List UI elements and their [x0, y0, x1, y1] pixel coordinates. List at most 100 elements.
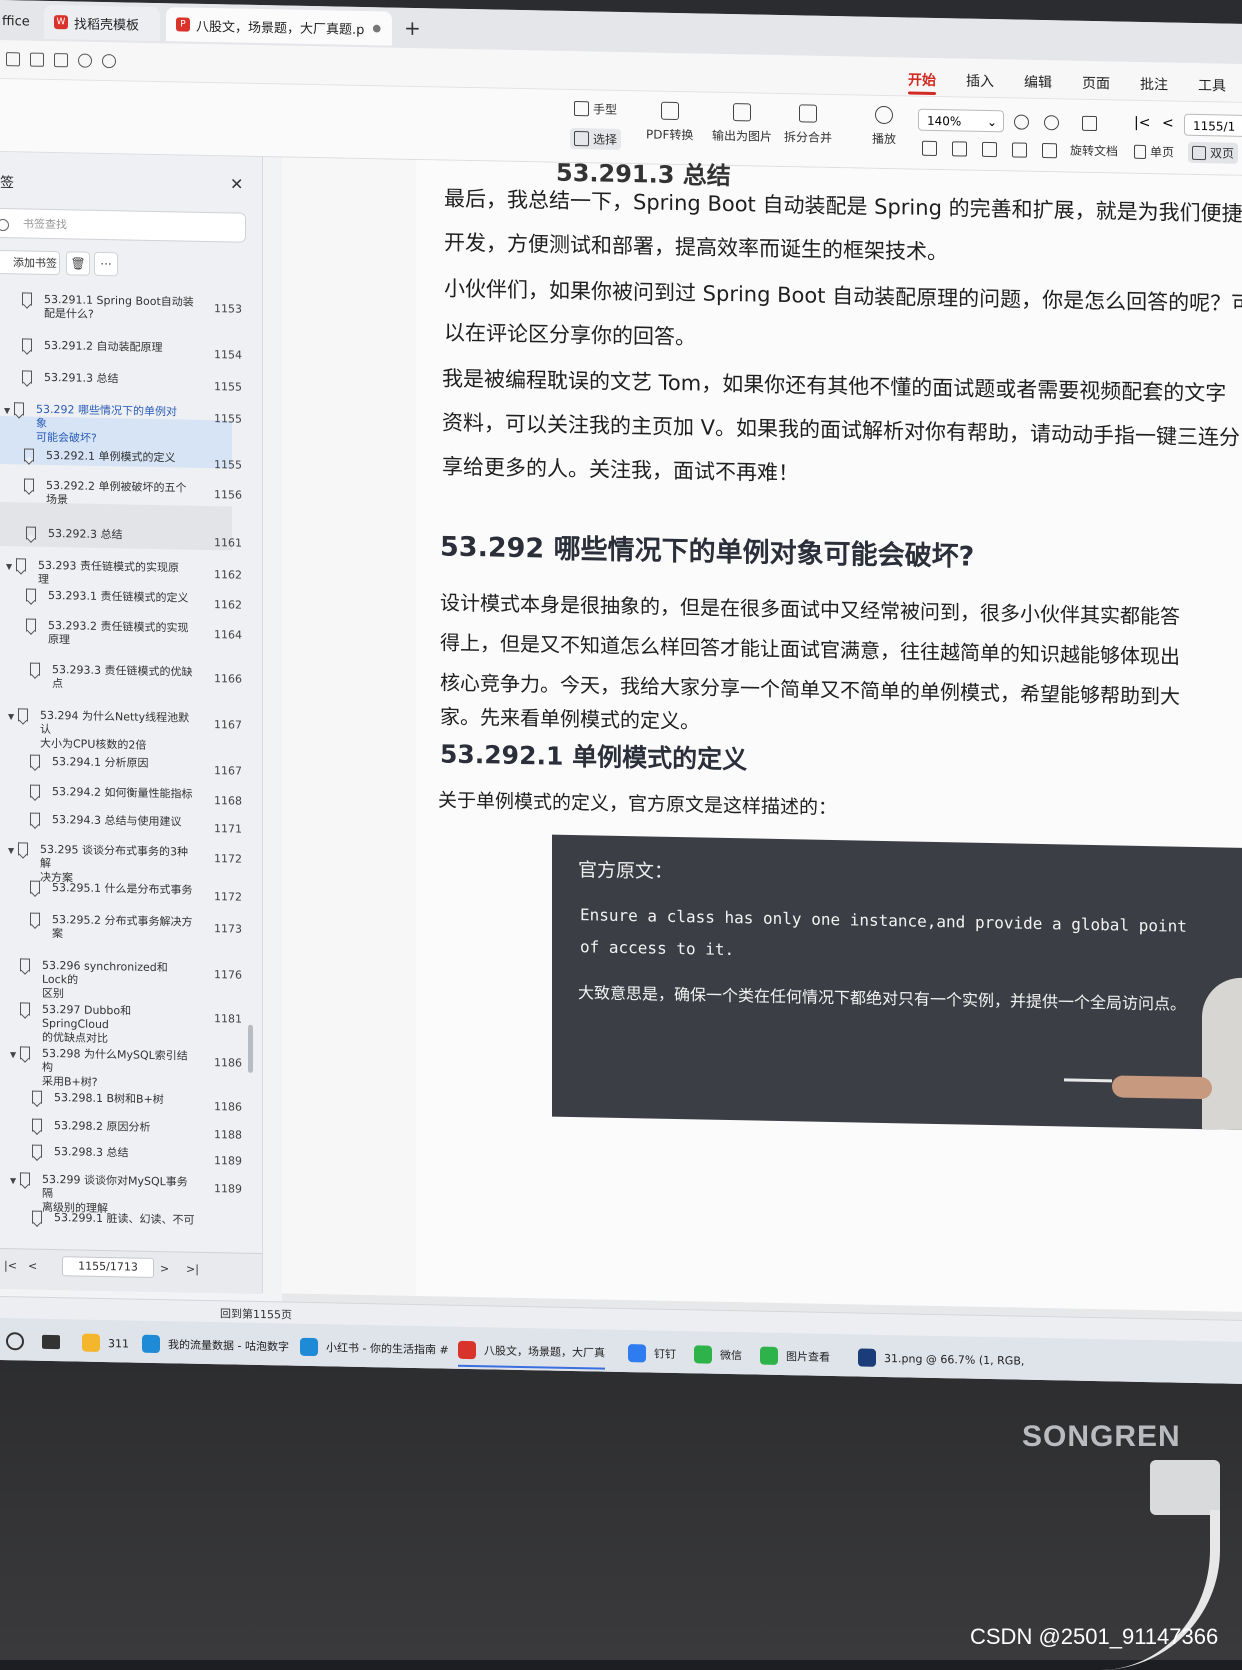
bookmark-item[interactable]: ▼ 53.298 为什么MySQL索引结构 采用B+树? 1186 — [10, 1046, 242, 1092]
bookmark-item[interactable]: ▼ 53.293 责任链模式的实现原理 1162 — [6, 558, 242, 590]
rotate-right-icon[interactable] — [1042, 143, 1057, 159]
bookmark-item[interactable]: 53.296 synchronized和Lock的 区别 1176 — [20, 958, 242, 1004]
hand-label: 手型 — [593, 102, 618, 117]
taskbar-app[interactable]: 311 — [82, 1333, 129, 1353]
bookmark-item[interactable]: 53.293.3 责任链模式的优缺 点 1166 — [30, 662, 242, 694]
tab-pdf-document[interactable]: P 八股文，场景题，大厂真题.p ● — [166, 7, 392, 46]
double-page-icon — [1192, 145, 1206, 160]
hand-tool-button[interactable]: 手型 — [574, 100, 617, 118]
save-icon[interactable] — [30, 52, 44, 67]
bookmark-item[interactable]: 53.295.1 什么是分布式事务 1172 — [30, 880, 242, 904]
expand-triangle-icon[interactable]: ▼ — [8, 710, 14, 724]
bookmark-item[interactable]: 53.292.2 单例被破坏的五个 场景 1156 — [24, 478, 242, 510]
prev-bookmark-page-icon[interactable]: < — [28, 1260, 37, 1273]
menu-annotate[interactable]: 批注 — [1140, 74, 1168, 95]
fit-page-icon[interactable] — [1082, 115, 1097, 132]
pdf-convert-button[interactable]: PDF转换 — [646, 101, 693, 143]
play-button[interactable]: 播放 — [872, 105, 896, 147]
bookmark-page-number: 1155 — [214, 412, 242, 426]
bookmark-item[interactable]: 53.292.3 总结 1161 — [26, 526, 242, 550]
expand-triangle-icon[interactable]: ▼ — [6, 560, 12, 574]
bookmark-item[interactable]: ▼ 53.294 为什么Netty线程池默认 大小为CPU核数的2倍 1167 — [8, 708, 242, 754]
delete-bookmark-icon[interactable]: 🗑 — [66, 251, 90, 276]
taskbar-app[interactable]: 钉钉 — [628, 1344, 676, 1363]
redo-icon[interactable] — [102, 53, 116, 69]
bookmark-search-input[interactable]: 书签查找 — [0, 207, 246, 243]
expand-triangle-icon[interactable]: ▼ — [10, 1174, 16, 1188]
bookmark-item[interactable]: 53.298.3 总结 1189 — [32, 1144, 242, 1168]
menu-edit[interactable]: 编辑 — [1024, 72, 1052, 93]
zoom-select[interactable]: 140% ⌄ — [918, 108, 1004, 133]
new-tab-icon[interactable]: + — [404, 16, 421, 40]
expand-triangle-icon[interactable]: ▼ — [10, 1048, 16, 1062]
crop-icon[interactable] — [952, 141, 967, 157]
tab-office[interactable]: ffice — [0, 4, 44, 39]
sidebar-scrollbar[interactable] — [248, 1024, 253, 1073]
bookmark-label: 53.293.3 责任链模式的优缺 点 — [52, 662, 193, 691]
first-bookmark-page-icon[interactable]: |< — [4, 1259, 17, 1272]
back-to-page-link[interactable]: 回到第1155页 — [220, 1305, 292, 1322]
bookmark-item[interactable]: 53.293.1 责任链模式的定义 1162 — [26, 588, 242, 612]
print-icon[interactable] — [54, 53, 68, 68]
taskbar-app[interactable]: 图片查看 — [760, 1346, 830, 1366]
taskbar-app[interactable]: 微信 — [694, 1345, 742, 1364]
task-view-icon[interactable] — [42, 1334, 60, 1350]
close-icon[interactable]: ✕ — [230, 174, 243, 193]
undo-icon[interactable] — [78, 53, 92, 68]
export-image-button[interactable]: 输出为图片 — [712, 103, 772, 145]
bookmark-item[interactable]: 53.292.1 单例模式的定义 1155 — [24, 448, 242, 472]
bookmark-item[interactable]: 53.294.1 分析原因 1167 — [30, 754, 242, 778]
taskbar-app[interactable]: 八股文，场景题，大厂真 — [458, 1340, 605, 1370]
fit-width-icon[interactable] — [922, 140, 937, 156]
zoom-in-icon[interactable] — [1044, 115, 1059, 131]
quote-image: 官方原文： Ensure a class has only one instan… — [552, 834, 1242, 1131]
bookmark-item[interactable]: 53.294.3 总结与使用建议 1171 — [30, 812, 242, 836]
menu-start[interactable]: 开始 — [908, 69, 936, 90]
menu-tools[interactable]: 工具 — [1198, 75, 1226, 96]
menu-insert[interactable]: 插入 — [966, 71, 994, 92]
double-page-button[interactable]: 双页 — [1188, 141, 1239, 164]
open-icon[interactable] — [6, 52, 20, 67]
taskbar-app[interactable]: 31.png @ 66.7% (1, RGB, — [858, 1348, 1024, 1369]
bookmark-item[interactable]: 53.297 Dubbo和SpringCloud 的优缺点对比 1181 — [20, 1002, 242, 1048]
select-tool-button[interactable]: 选择 — [570, 127, 622, 150]
bookmark-item[interactable]: 53.294.2 如何衡量性能指标 1168 — [30, 784, 242, 808]
rotate-left-icon[interactable] — [1012, 142, 1027, 158]
sidebar-page-indicator[interactable]: 1155/1713 — [62, 1256, 154, 1278]
next-bookmark-page-icon[interactable]: > — [160, 1262, 169, 1275]
bookmark-item[interactable]: 53.295.2 分布式事务解决方 案 1173 — [30, 912, 242, 944]
split-icon — [799, 104, 817, 123]
more-options-button[interactable]: ··· — [94, 251, 118, 277]
first-page-icon[interactable]: |< — [1134, 115, 1150, 131]
add-bookmark-button[interactable]: 添加书签 — [0, 249, 60, 276]
search-placeholder: 书签查找 — [23, 217, 67, 232]
single-page-button[interactable]: 单页 — [1134, 143, 1174, 161]
bookmark-item[interactable]: 53.299.1 脏读、幻读、不可 — [32, 1210, 204, 1228]
bookmark-item[interactable]: 53.298.2 原因分析 1188 — [32, 1118, 242, 1142]
bookmark-item[interactable]: 53.291.1 Spring Boot自动装 配是什么? 1153 — [22, 292, 242, 324]
taskbar-app[interactable]: 我的流量数据 - 咕泡数字 — [142, 1334, 289, 1356]
bookmark-item[interactable]: ▼ 53.292 哪些情况下的单例对象 可能会破坏? 1155 — [4, 402, 242, 448]
bookmark-item[interactable]: 53.293.2 责任链模式的实现 原理 1164 — [26, 618, 242, 650]
app-icon — [300, 1337, 318, 1357]
expand-triangle-icon[interactable]: ▼ — [8, 844, 14, 858]
bookmark-item[interactable]: 53.291.3 总结 1155 — [22, 370, 242, 394]
bookmark-icon — [20, 1172, 30, 1186]
convert-icon — [660, 101, 679, 121]
bookmark-item[interactable]: 53.298.1 B树和B+树 1186 — [32, 1090, 242, 1114]
bookmark-item[interactable]: 53.291.2 自动装配原理 1154 — [22, 338, 242, 362]
last-bookmark-page-icon[interactable]: >| — [186, 1263, 199, 1276]
rotate-document-button[interactable]: 旋转文档 — [1070, 142, 1118, 160]
wps-icon: W — [54, 15, 68, 30]
prev-page-icon[interactable]: < — [1162, 115, 1174, 131]
tab-template[interactable]: W 找稻壳模板 — [44, 4, 160, 42]
page-number-input[interactable]: 1155/1 — [1184, 113, 1242, 138]
split-merge-button[interactable]: 拆分合并 — [784, 104, 832, 146]
zoom-out-icon[interactable] — [1014, 114, 1029, 130]
search-icon[interactable] — [6, 1332, 24, 1351]
close-dot-icon[interactable]: ● — [372, 23, 381, 34]
taskbar-app[interactable]: 小红书 - 你的生活指南 # — [300, 1337, 449, 1359]
expand-triangle-icon[interactable]: ▼ — [4, 404, 10, 418]
menu-page[interactable]: 页面 — [1082, 73, 1110, 94]
screenshot-icon[interactable] — [982, 141, 997, 158]
